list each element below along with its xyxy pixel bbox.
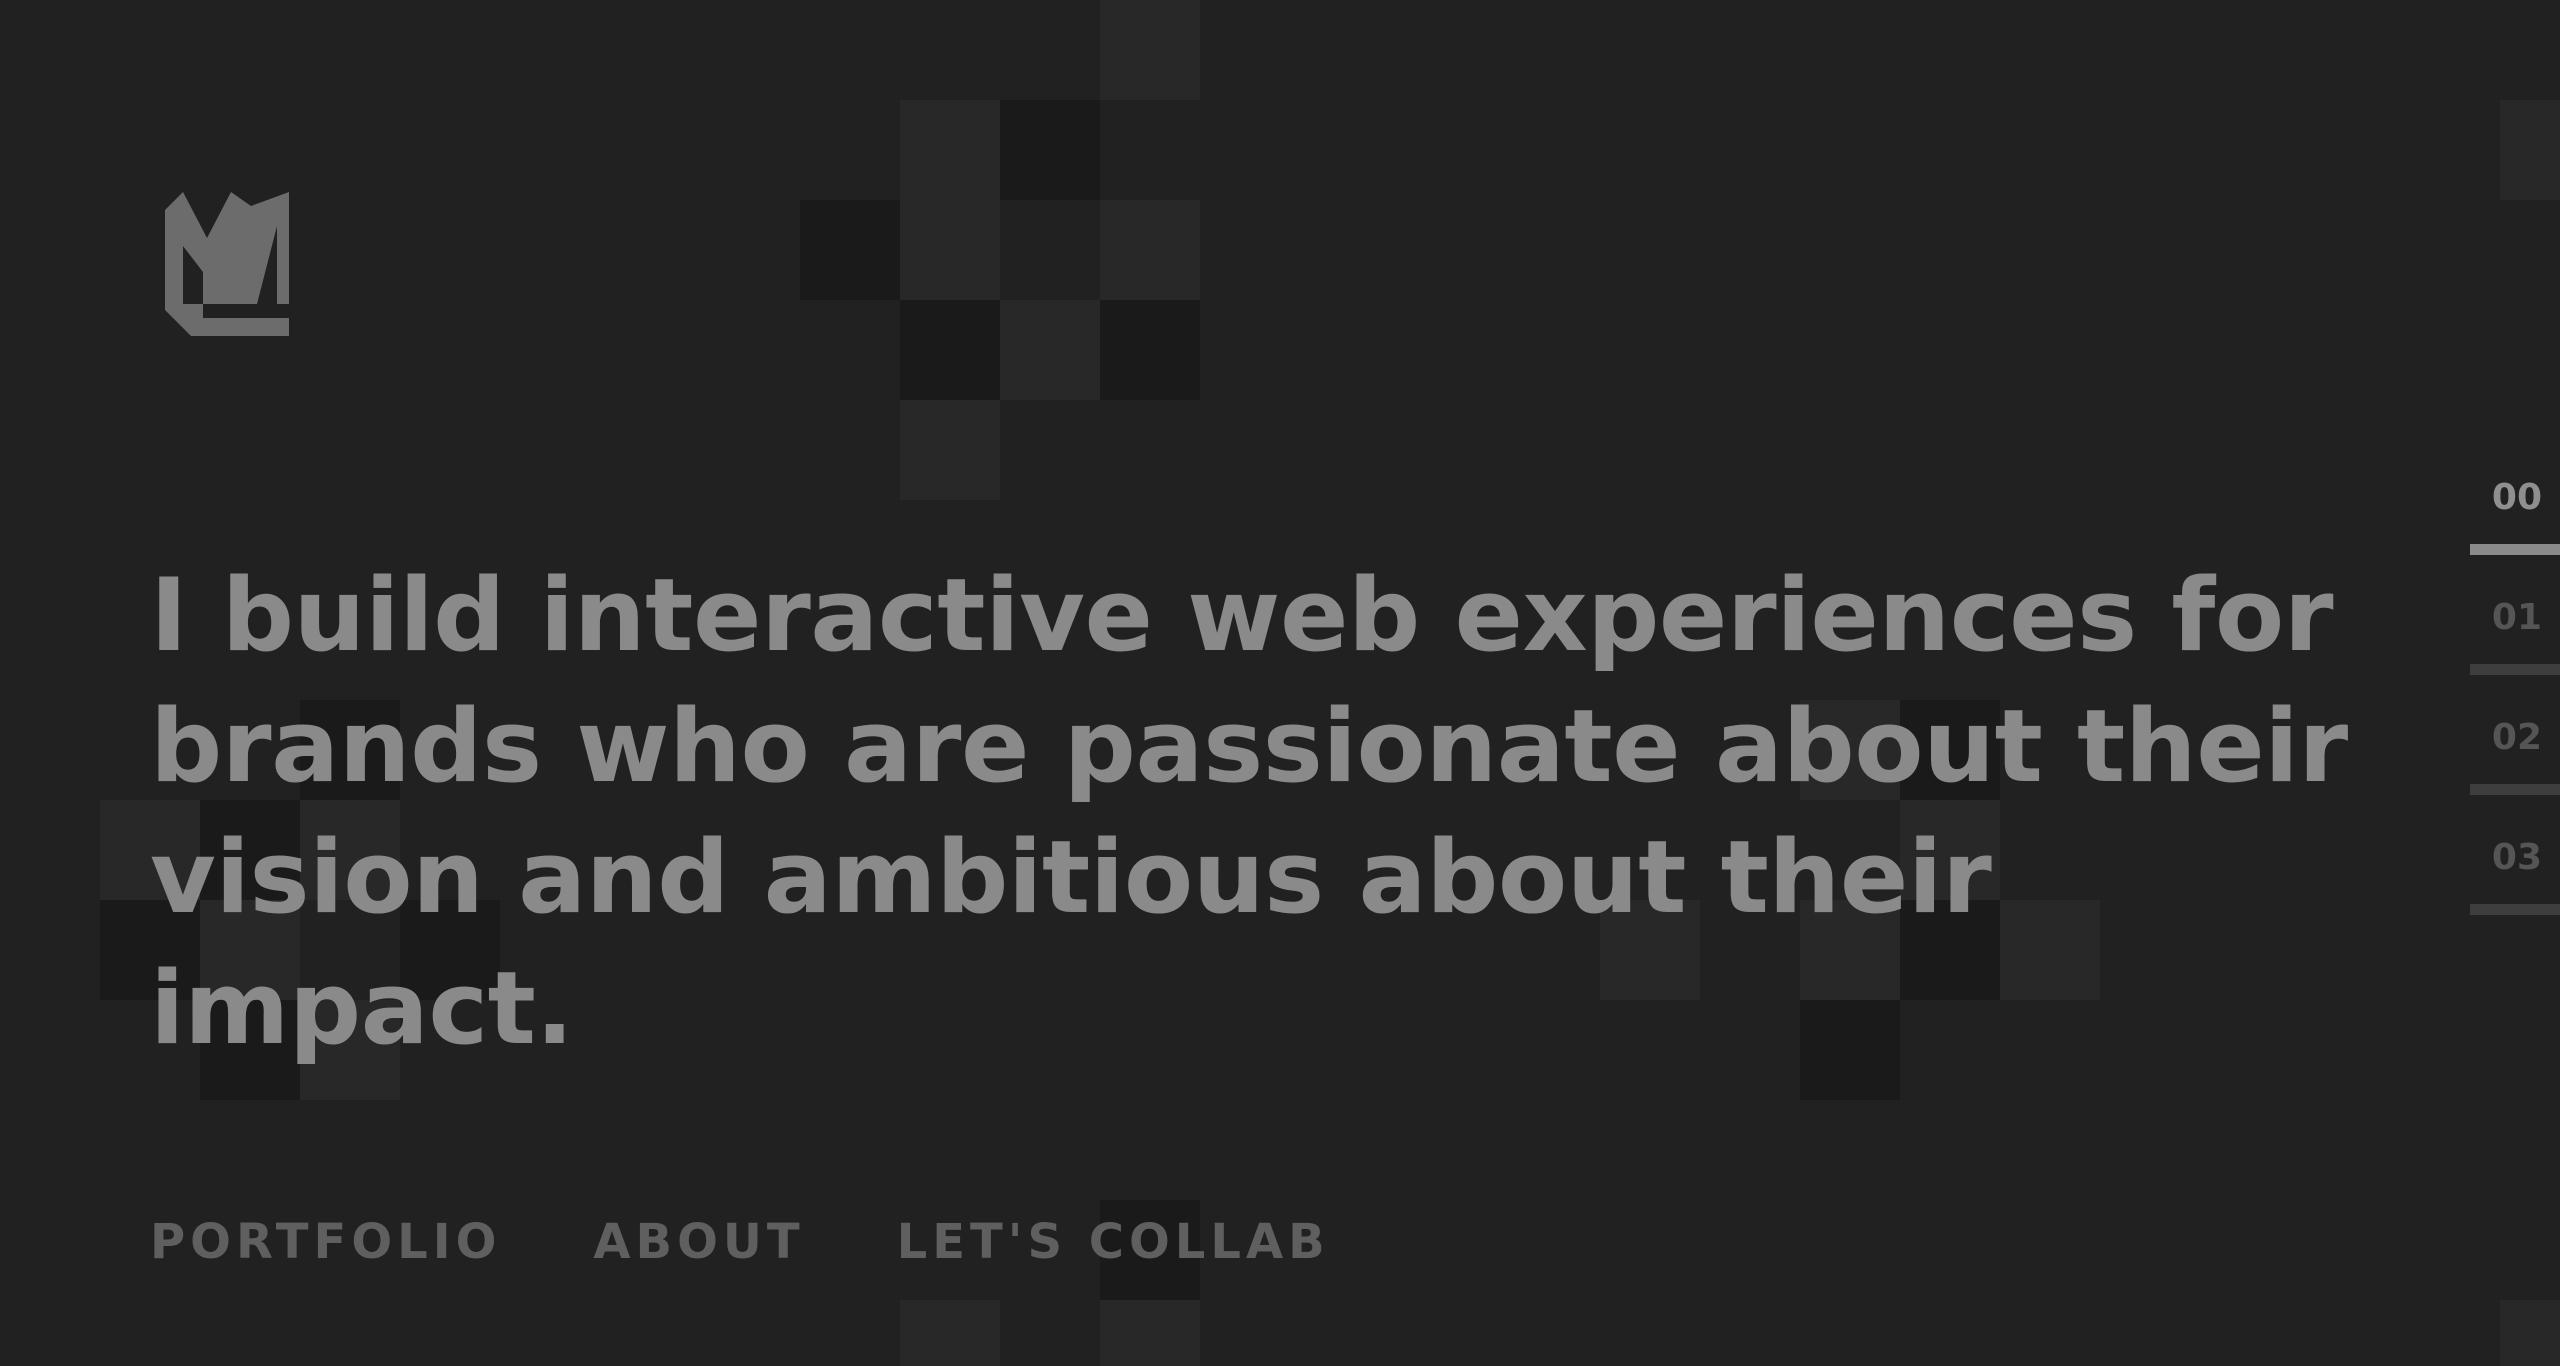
section-indicator-03[interactable]: 03 xyxy=(2470,830,2560,950)
bg-tile xyxy=(1100,0,1200,100)
hero-headline: I build interactive web experiences for … xyxy=(150,556,2348,1067)
nav-link-lets-collab[interactable]: LET'S COLLAB xyxy=(897,1212,1330,1272)
section-number: 03 xyxy=(2491,837,2542,878)
section-number: 00 xyxy=(2491,477,2542,518)
section-number: 02 xyxy=(2491,717,2542,758)
section-pager: 00 01 02 03 xyxy=(2470,470,2560,950)
bg-tile xyxy=(1100,1300,1200,1366)
section-indicator-00[interactable]: 00 xyxy=(2470,470,2560,590)
bg-tile xyxy=(2500,1300,2560,1366)
section-bar xyxy=(2470,784,2560,795)
bg-tile xyxy=(900,1300,1000,1366)
bg-tile xyxy=(900,200,1000,300)
bg-tile xyxy=(1100,300,1200,400)
bg-tile xyxy=(900,300,1000,400)
section-indicator-01[interactable]: 01 xyxy=(2470,590,2560,710)
bg-tile xyxy=(800,200,900,300)
bg-tile xyxy=(1000,300,1100,400)
bg-tile xyxy=(1000,100,1100,200)
main-navigation: PORTFOLIO ABOUT LET'S COLLAB xyxy=(150,1212,1330,1272)
section-number: 01 xyxy=(2491,597,2542,638)
section-bar xyxy=(2470,904,2560,915)
bg-tile xyxy=(900,100,1000,200)
bg-tile xyxy=(1100,200,1200,300)
section-indicator-02[interactable]: 02 xyxy=(2470,710,2560,830)
monogram-m-logo-icon[interactable] xyxy=(165,192,289,336)
section-bar xyxy=(2470,544,2560,555)
nav-link-portfolio[interactable]: PORTFOLIO xyxy=(150,1212,501,1272)
bg-tile xyxy=(2500,100,2560,200)
nav-link-about[interactable]: ABOUT xyxy=(593,1212,804,1272)
section-bar xyxy=(2470,664,2560,675)
bg-tile xyxy=(900,400,1000,500)
